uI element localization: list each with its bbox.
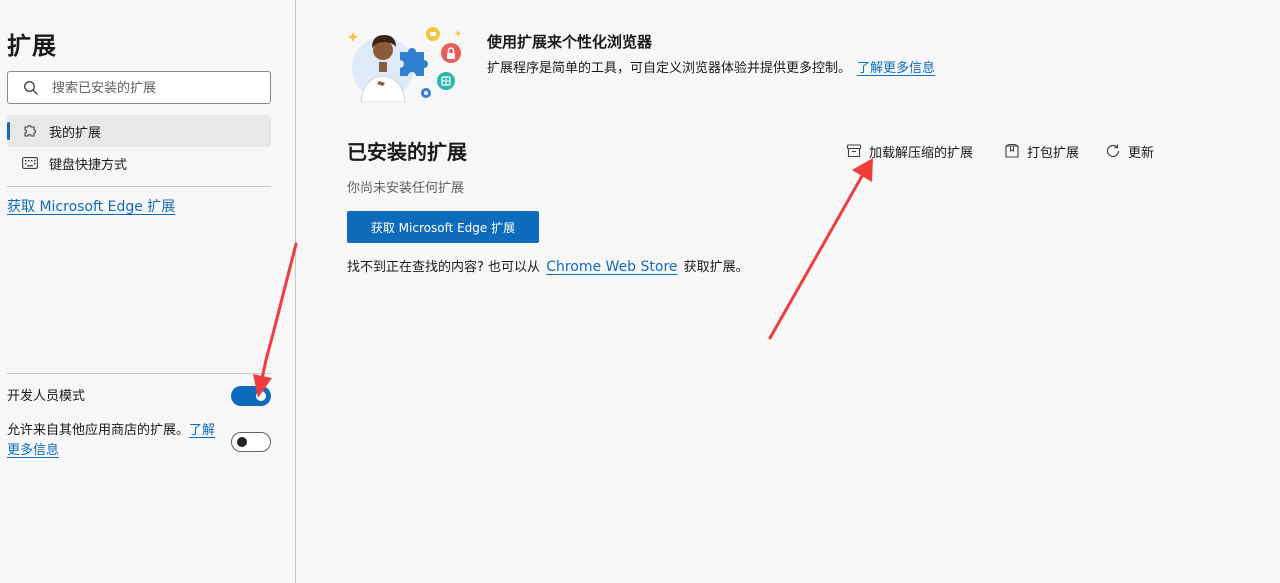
load-unpacked-button[interactable]: 加载解压缩的扩展 xyxy=(845,141,973,161)
puzzle-icon xyxy=(21,122,39,140)
banner-description-text: 扩展程序是简单的工具，可自定义浏览器体验并提供更多控制。 xyxy=(487,61,852,76)
action-label: 更新 xyxy=(1128,145,1155,161)
banner-learn-more-link[interactable]: 了解更多信息 xyxy=(857,61,935,76)
installed-extensions-title: 已安装的扩展 xyxy=(347,140,467,164)
get-edge-extensions-link[interactable]: 获取 Microsoft Edge 扩展 xyxy=(7,196,175,216)
banner-title: 使用扩展来个性化浏览器 xyxy=(487,33,653,51)
annotation-arrow-load-unpacked xyxy=(768,158,873,340)
banner-description: 扩展程序是简单的工具，可自定义浏览器体验并提供更多控制。 了解更多信息 xyxy=(487,57,935,76)
search-box[interactable] xyxy=(7,71,271,104)
package-icon xyxy=(1003,142,1021,160)
find-prefix-text: 找不到正在查找的内容? 也可以从 xyxy=(347,260,541,275)
sidebar: 扩展 我的扩展 键盘快捷方式 获取 Microsoft Edge 扩展 开发人员… xyxy=(0,0,296,583)
allow-other-stores-label: 允许来自其他应用商店的扩展。 xyxy=(7,423,190,438)
extensions-illustration xyxy=(348,27,462,102)
search-icon xyxy=(24,81,38,95)
divider xyxy=(7,186,271,187)
sidebar-item-keyboard-shortcuts[interactable]: 键盘快捷方式 xyxy=(7,147,271,179)
no-extensions-text: 你尚未安装任何扩展 xyxy=(347,181,465,196)
developer-mode-label: 开发人员模式 xyxy=(7,389,86,404)
archive-box-icon xyxy=(845,142,863,160)
get-edge-extensions-button[interactable]: 获取 Microsoft Edge 扩展 xyxy=(347,211,539,243)
find-suffix-text: 获取扩展。 xyxy=(683,260,749,275)
search-input[interactable] xyxy=(52,78,262,98)
allow-other-stores-toggle[interactable] xyxy=(231,432,271,452)
refresh-icon xyxy=(1104,142,1122,160)
divider xyxy=(7,373,271,374)
sidebar-item-label: 我的扩展 xyxy=(49,125,102,141)
update-button[interactable]: 更新 xyxy=(1104,141,1154,161)
chrome-web-store-link[interactable]: Chrome Web Store xyxy=(546,259,677,275)
action-label: 打包扩展 xyxy=(1027,145,1080,161)
sidebar-title: 扩展 xyxy=(7,32,57,60)
sidebar-item-my-extensions[interactable]: 我的扩展 xyxy=(7,115,271,147)
allow-other-stores-text: 允许来自其他应用商店的扩展。了解更多信息 xyxy=(7,421,222,461)
action-label: 加载解压缩的扩展 xyxy=(869,145,974,161)
keyboard-icon xyxy=(21,154,39,172)
sidebar-item-label: 键盘快捷方式 xyxy=(49,157,128,173)
pack-extension-button[interactable]: 打包扩展 xyxy=(1003,141,1079,161)
developer-mode-toggle[interactable] xyxy=(231,386,271,406)
find-elsewhere-text: 找不到正在查找的内容? 也可以从 Chrome Web Store 获取扩展。 xyxy=(347,256,749,275)
